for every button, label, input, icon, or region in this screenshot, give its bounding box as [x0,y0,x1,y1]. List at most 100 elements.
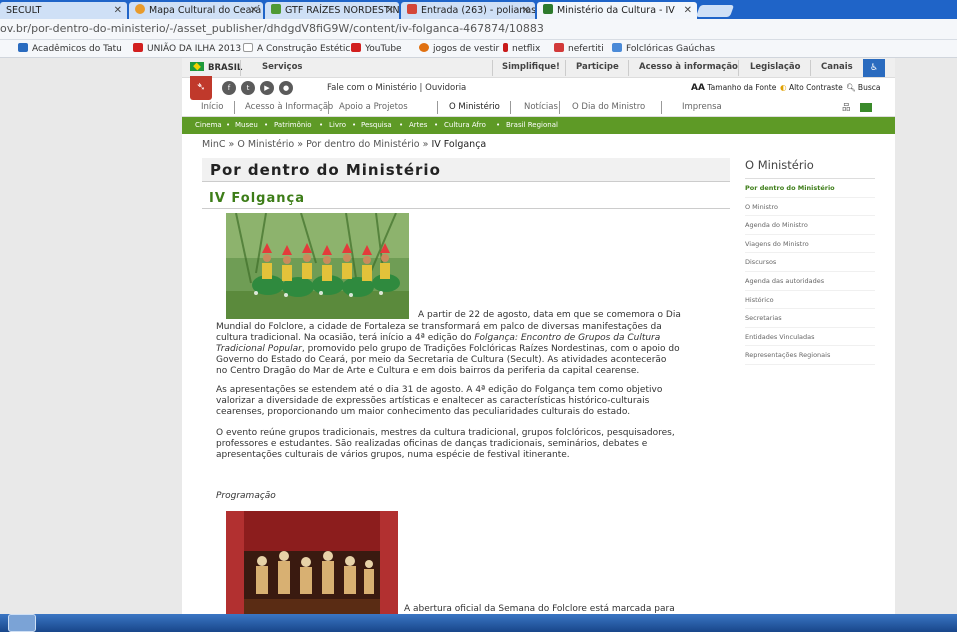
submenu-brasil-regional[interactable]: Brasil Regional [506,121,558,129]
search-control[interactable]: 🔍︎ Busca [846,83,880,92]
submenu-livro[interactable]: Livro [329,121,346,129]
submenu-patrimonio[interactable]: Patrimônio [274,121,312,129]
submenu-artes[interactable]: Artes [409,121,427,129]
gov-link-servicos[interactable]: Serviços [262,62,302,72]
sidebar-item-entidades[interactable]: Entidades Vinculadas [745,328,875,347]
sidebar-item-agenda-autoridades[interactable]: Agenda das autoridades [745,272,875,291]
rss-icon[interactable]: ➴ [190,76,212,100]
gov-link-simplifique[interactable]: Simplifique! [502,62,560,72]
text-line: professores e estudantes. São realizadas… [216,439,648,449]
page-title-box: Por dentro do Ministério [202,158,730,182]
youtube-icon [133,43,143,52]
tab-gmail[interactable]: Entrada (263) - polianas ✕ [401,2,535,19]
bookmark-item[interactable]: Folclóricas Gaúchas [612,43,715,54]
sidebar-item-discursos[interactable]: Discursos [745,253,875,272]
flickr-icon[interactable]: ● [279,81,293,95]
submenu-cultura-afro[interactable]: Cultura Afro [444,121,486,129]
bullet: • [226,121,231,129]
close-tab-icon[interactable]: ✕ [114,2,122,19]
bookmark-item[interactable]: nefertiti [554,43,604,54]
paragraph-3: O evento reúne grupos tradicionais, mest… [216,428,726,461]
tab-label: SECULT [6,5,42,16]
bookmark-item[interactable]: netflix [503,43,540,54]
folganca-dancers-photo [226,213,409,319]
bookmark-icon [18,43,28,52]
contrast-icon: ◐ [780,83,787,92]
tab-secult[interactable]: SECULT ✕ [0,2,127,19]
font-size-label: Tamanho da Fonte [707,83,777,92]
programacao-label: Programação [216,491,276,501]
menu-imprensa[interactable]: Imprensa [682,102,722,112]
sidebar-item-por-dentro[interactable]: Por dentro do Ministério [745,179,875,198]
font-size-control[interactable]: AA Tamanho da Fonte [691,83,776,93]
libras-icon[interactable] [860,103,872,112]
tab-ministerio-cultura[interactable]: Ministério da Cultura - IV ✕ [537,2,697,19]
page-title: Por dentro do Ministério [210,161,441,179]
menu-inicio[interactable]: Início [201,102,224,112]
tab-mapa-cultural[interactable]: Mapa Cultural do Ceará ✕ [129,2,263,19]
youtube-social-icon[interactable]: ▶ [260,81,274,95]
bookmark-label: nefertiti [568,44,604,54]
high-contrast-control[interactable]: ◐ Alto Contraste [780,83,843,92]
sitemap-icon[interactable]: 品 [842,101,851,113]
bookmark-item[interactable]: UNIÃO DA ILHA 2013 [133,43,241,54]
close-tab-icon[interactable]: ✕ [386,2,394,19]
sidebar-item-o-ministro[interactable]: O Ministro [745,198,875,217]
close-tab-icon[interactable]: ✕ [250,2,258,19]
bookmark-icon [612,43,622,52]
text-span: cultura tradicional. Na ocasião, terá in… [216,333,475,343]
bookmark-item[interactable]: Acadêmicos do Tatu [18,43,122,54]
tab-label: Entrada (263) - polianas [421,5,535,16]
sidebar-item-secretarias[interactable]: Secretarias [745,309,875,328]
breadcrumb-path[interactable]: MinC » O Ministério » Por dentro do Mini… [202,139,431,150]
sidebar-item-representacoes[interactable]: Representações Regionais [745,346,875,365]
gmail-icon [407,4,417,14]
menu-apoio[interactable]: Apoio a Projetos [339,102,408,112]
text-line: Governo do Estado do Ceará, por meio da … [216,355,667,365]
gov-link-participe[interactable]: Participe [576,62,619,72]
gov-link-canais[interactable]: Canais [821,62,853,72]
bookmark-label: YouTube [365,44,402,54]
gov-link-acesso[interactable]: Acesso à informação [639,62,738,72]
text-line: cultura tradicional. Na ocasião, terá in… [216,333,726,344]
page-icon [243,43,253,52]
text-line: no Centro Dragão do Mar de Arte e Cultur… [216,366,640,376]
accessibility-icon[interactable]: ♿ [863,59,885,77]
fale-ouvidoria-link[interactable]: Fale com o Ministério | Ouvidoria [327,83,466,93]
divider [234,101,235,114]
text-span: , promovido pelo grupo de Tradições Folc… [301,344,680,354]
divider [510,101,511,114]
menu-o-ministerio[interactable]: O Ministério [449,102,500,112]
menu-acesso[interactable]: Acesso à Informação [245,102,333,112]
word-app-icon[interactable] [8,614,36,632]
brasil-link[interactable]: BRASIL [190,62,242,73]
new-tab-button[interactable] [695,5,735,17]
url-text[interactable]: ov.br/por-dentro-do-ministerio/-/asset_p… [0,22,544,35]
os-taskbar [0,614,957,632]
submenu-museu[interactable]: Museu [235,121,258,129]
submenu-cinema[interactable]: Cinema [195,121,222,129]
text-line: cearenses, proporcionando um maior conhe… [216,407,631,417]
close-tab-icon[interactable]: ✕ [684,2,692,19]
text-line: As apresentações se estendem até o dia 3… [216,385,663,395]
tab-gtf-raizes[interactable]: GTF RAÍZES NORDESTIN ✕ [265,2,399,19]
stage-performance-photo [226,511,398,614]
facebook-icon[interactable]: f [222,81,236,95]
menu-dia-ministro[interactable]: O Dia do Ministro [572,102,645,112]
bookmark-label: netflix [512,44,541,54]
bookmark-item[interactable]: jogos de vestir [419,43,499,54]
close-tab-icon[interactable]: ✕ [522,2,530,19]
bookmark-label: A Construção Estética [257,44,356,54]
sidebar-item-agenda-ministro[interactable]: Agenda do Ministro [745,216,875,235]
sidebar: O Ministério Por dentro do Ministério O … [745,158,875,365]
bookmark-item[interactable]: A Construção Estética [243,43,356,54]
twitter-icon[interactable]: t [241,81,255,95]
sidebar-item-historico[interactable]: Histórico [745,291,875,310]
divider [202,208,730,209]
bookmark-item[interactable]: YouTube [351,43,402,54]
gov-link-legislacao[interactable]: Legislação [750,62,801,72]
menu-noticias[interactable]: Notícias [524,102,558,112]
sidebar-item-viagens[interactable]: Viagens do Ministro [745,235,875,254]
submenu-pesquisa[interactable]: Pesquisa [361,121,392,129]
address-bar[interactable]: ov.br/por-dentro-do-ministerio/-/asset_p… [0,19,957,40]
